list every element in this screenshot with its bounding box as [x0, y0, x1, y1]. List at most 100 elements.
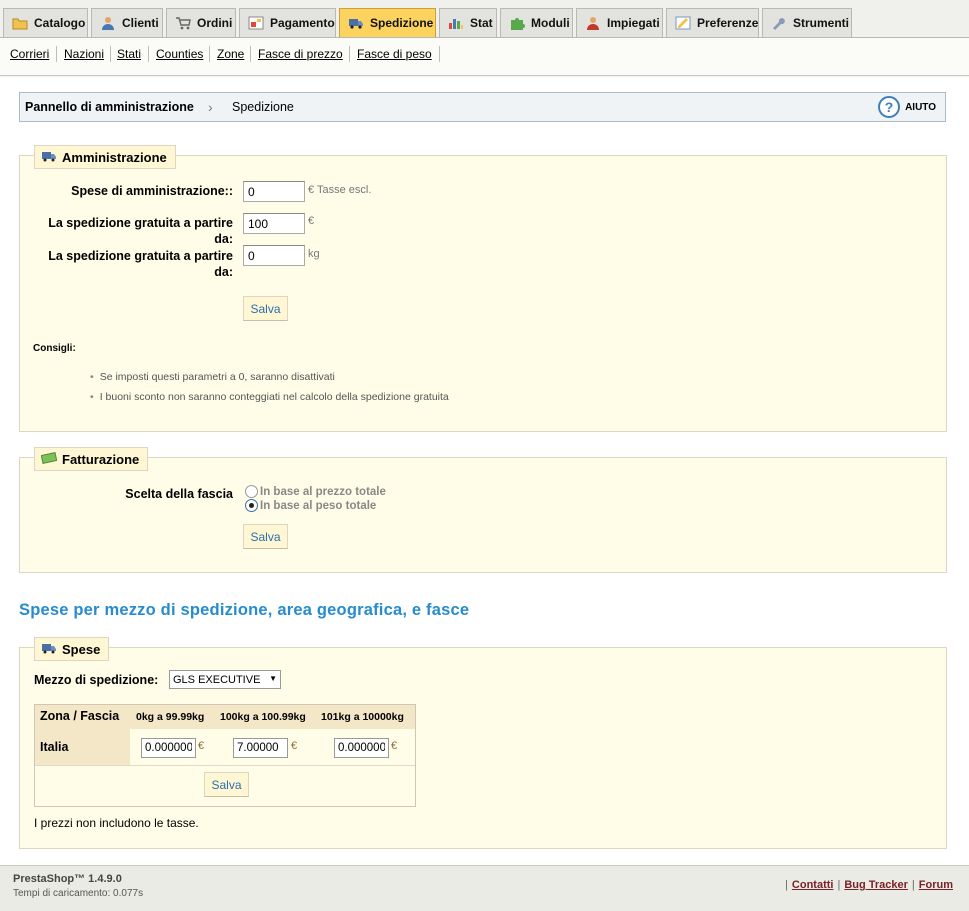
- admin-legend: Amministrazione: [34, 145, 176, 169]
- grid-header-range: 100kg a 100.99kg: [220, 711, 306, 723]
- billing-legend-label: Fatturazione: [62, 451, 140, 467]
- subtab-corrieri[interactable]: Corrieri: [10, 47, 49, 61]
- free-price-input[interactable]: [243, 213, 305, 234]
- tips-title: Consigli:: [33, 343, 76, 354]
- cart-icon: [175, 16, 191, 30]
- fees-save-button[interactable]: Salva: [204, 772, 249, 797]
- billing-save-button[interactable]: Salva: [243, 524, 288, 549]
- breadcrumb-home[interactable]: Pannello di amministrazione: [25, 100, 194, 114]
- subtab-fasce-peso[interactable]: Fasce di peso: [357, 47, 432, 61]
- tab-strumenti[interactable]: Strumenti: [762, 8, 852, 37]
- grid-header-range: 101kg a 10000kg: [321, 711, 404, 723]
- payment-icon: [248, 16, 264, 30]
- folder-icon: [12, 16, 28, 30]
- chart-icon: [448, 16, 464, 30]
- handling-label: Spese di amministrazione::: [71, 184, 233, 198]
- subtab-nazioni[interactable]: Nazioni: [64, 47, 104, 61]
- fees-legend: Spese: [34, 637, 110, 661]
- subtab-stati[interactable]: Stati: [117, 47, 141, 61]
- tab-catalogo[interactable]: Catalogo: [3, 8, 88, 37]
- radio-weight[interactable]: [245, 499, 258, 512]
- currency-symbol: €: [198, 740, 205, 752]
- tip-item: Se imposti questi parametri a 0, saranno…: [90, 371, 335, 383]
- carrier-select-value: GLS EXECUTIVE: [173, 673, 261, 686]
- handling-unit: € Tasse escl.: [308, 184, 372, 196]
- carrier-label: Mezzo di spedizione:: [34, 673, 159, 687]
- tab-moduli[interactable]: Moduli: [500, 8, 573, 37]
- footer-link-bug-tracker[interactable]: Bug Tracker: [844, 879, 908, 891]
- tab-preferenze[interactable]: Preferenze: [666, 8, 759, 37]
- admin-legend-label: Amministrazione: [62, 149, 167, 165]
- sub-navigation: Corrieri Nazioni Stati Counties Zone Fas…: [0, 38, 969, 76]
- puzzle-icon: [509, 16, 525, 30]
- free-weight-label-line1: La spedizione gratuita a partire: [48, 249, 233, 263]
- fee-input-range-1[interactable]: [141, 738, 196, 758]
- tax-note: I prezzi non includono le tasse.: [34, 816, 199, 830]
- tab-label: Moduli: [531, 16, 570, 30]
- subnav-separator: [209, 46, 210, 62]
- radio-price-label: In base al prezzo totale: [260, 485, 386, 498]
- tab-label: Spedizione: [370, 16, 434, 30]
- help-label: AIUTO: [905, 101, 936, 113]
- chevron-down-icon: ▼: [269, 674, 277, 683]
- fee-input-range-3[interactable]: [334, 738, 389, 758]
- currency-symbol: €: [291, 740, 298, 752]
- radio-option-price[interactable]: In base al prezzo totale: [245, 485, 386, 498]
- help-button[interactable]: ? AIUTO: [878, 96, 936, 118]
- tab-label: Preferenze: [697, 16, 759, 30]
- billing-fieldset: Fatturazione Scelta della fascia In base…: [19, 447, 947, 573]
- subnav-separator: [56, 46, 57, 62]
- truck-icon: [348, 16, 364, 30]
- footer-links: | Contatti | Bug Tracker | Forum: [785, 879, 953, 891]
- zone-name: Italia: [40, 740, 69, 754]
- subtab-fasce-prezzo[interactable]: Fasce di prezzo: [258, 47, 343, 61]
- money-icon: [40, 451, 58, 467]
- free-price-unit: €: [308, 215, 315, 227]
- free-price-label-line2: da:: [214, 232, 233, 246]
- free-weight-label: La spedizione gratuita a partire da:: [25, 248, 233, 280]
- tip-item: I buoni sconto non saranno conteggiati n…: [90, 391, 449, 403]
- tab-label: Pagamento: [270, 16, 335, 30]
- radio-price[interactable]: [245, 485, 258, 498]
- tab-label: Catalogo: [34, 16, 86, 30]
- help-icon: ?: [878, 96, 901, 118]
- footer: PrestaShop™ 1.4.9.0 Tempi di caricamento…: [0, 865, 969, 911]
- subnav-separator: [439, 46, 440, 62]
- grid-header-zone: Zona / Fascia: [40, 709, 120, 723]
- tab-pagamento[interactable]: Pagamento: [239, 8, 336, 37]
- tab-label: Strumenti: [793, 16, 850, 30]
- footer-link-forum[interactable]: Forum: [919, 879, 953, 891]
- subnav-separator: [110, 46, 111, 62]
- tab-stat[interactable]: Stat: [439, 8, 497, 37]
- admin-save-button[interactable]: Salva: [243, 296, 288, 321]
- radio-option-weight[interactable]: In base al peso totale: [245, 499, 376, 512]
- fees-fieldset: Spese Mezzo di spedizione: GLS EXECUTIVE…: [19, 637, 947, 849]
- tab-ordini[interactable]: Ordini: [166, 8, 236, 37]
- billing-choice-label: Scelta della fascia: [125, 487, 233, 501]
- footer-load-time: Tempi di caricamento: 0.077s: [13, 888, 144, 899]
- tab-impiegati[interactable]: Impiegati: [576, 8, 663, 37]
- tab-label: Ordini: [197, 16, 233, 30]
- fees-section-title: Spese per mezzo di spedizione, area geog…: [19, 601, 470, 619]
- tab-label: Impiegati: [607, 16, 660, 30]
- free-price-label-line1: La spedizione gratuita a partire: [48, 216, 233, 230]
- subtab-counties[interactable]: Counties: [156, 47, 203, 61]
- free-price-label: La spedizione gratuita a partire da:: [25, 215, 233, 247]
- user-icon: [100, 16, 116, 30]
- subtab-zone[interactable]: Zone: [217, 47, 244, 61]
- carrier-select[interactable]: GLS EXECUTIVE ▼: [169, 670, 281, 689]
- subnav-separator: [148, 46, 149, 62]
- breadcrumb: Pannello di amministrazione › Spedizione…: [19, 92, 946, 122]
- wrench-icon: [771, 16, 787, 30]
- handling-input[interactable]: [243, 181, 305, 202]
- fees-grid-header: Zona / Fascia 0kg a 99.99kg 100kg a 100.…: [35, 705, 415, 729]
- footer-link-contatti[interactable]: Contatti: [792, 879, 834, 891]
- main-tabs: Catalogo Clienti Ordini Pagamento Spediz…: [0, 0, 969, 38]
- fee-input-range-2[interactable]: [233, 738, 288, 758]
- admin-fieldset: Amministrazione Spese di amministrazione…: [19, 145, 947, 432]
- free-weight-input[interactable]: [243, 245, 305, 266]
- breadcrumb-current: Spedizione: [232, 100, 294, 114]
- tab-clienti[interactable]: Clienti: [91, 8, 163, 37]
- tab-spedizione[interactable]: Spedizione: [339, 8, 436, 37]
- grid-header-range: 0kg a 99.99kg: [136, 711, 205, 723]
